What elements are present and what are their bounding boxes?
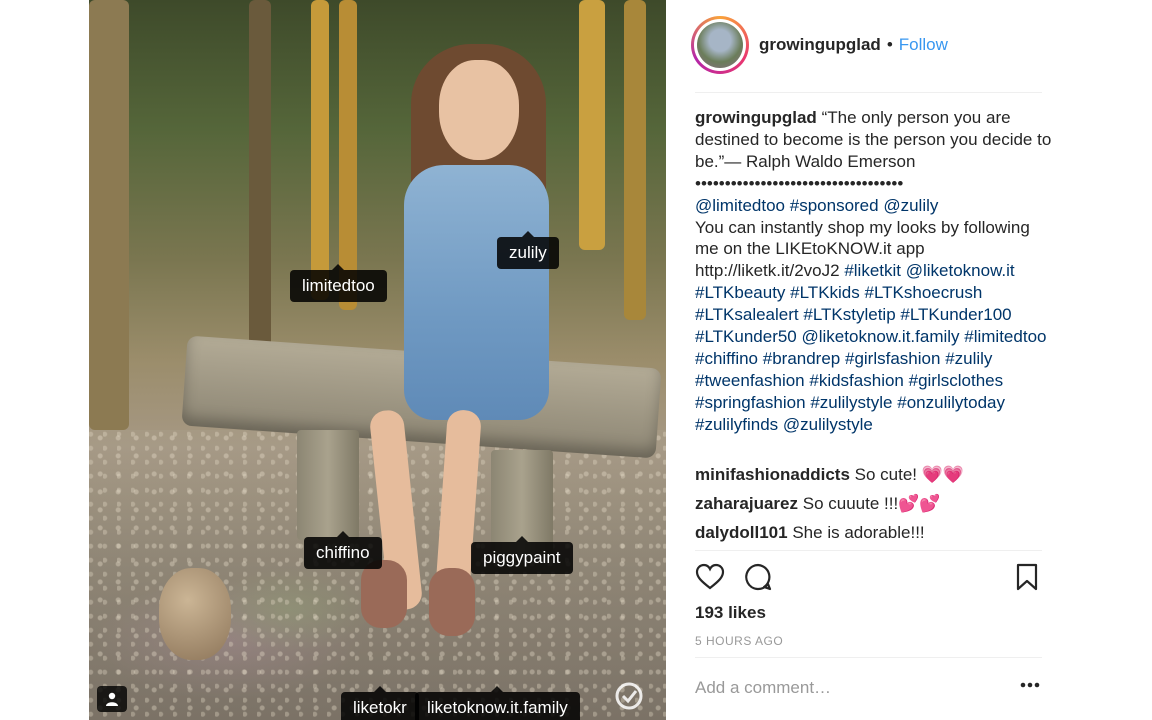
hashtag-link[interactable]: #LTKbeauty <box>695 283 785 302</box>
caption-username[interactable]: growingupglad <box>695 108 817 127</box>
product-tag[interactable]: piggypaint <box>471 536 573 574</box>
hashtag-link[interactable]: #girlsfashion <box>845 349 940 368</box>
likes-count[interactable]: 193 likes <box>695 603 766 623</box>
product-tag[interactable]: zulily <box>497 231 559 269</box>
product-tag[interactable]: liketoknow.it.family <box>415 686 580 720</box>
post-photo[interactable]: limitedtoo zulily chiffino piggypaint li… <box>89 0 666 720</box>
divider <box>695 550 1042 551</box>
caption-dots: ••••••••••••••••••••••••••••••••••• <box>695 173 904 193</box>
hashtag-link[interactable]: #sponsored <box>790 196 879 215</box>
caption-url: http://liketk.it/2voJ2 <box>695 261 840 281</box>
hashtag-link[interactable]: #chiffino <box>695 349 758 368</box>
coconut-stone <box>159 568 231 660</box>
tagged-users-button[interactable] <box>97 686 127 712</box>
girl-face <box>439 60 519 160</box>
caption-shop-text: You can instantly shop my looks by follo… <box>695 217 1030 259</box>
header-username[interactable]: growingupglad <box>759 35 881 55</box>
person-icon <box>106 692 118 706</box>
product-tag[interactable]: limitedtoo <box>290 264 387 302</box>
mention-link[interactable]: @liketoknow.it <box>906 261 1015 280</box>
hashtag-link[interactable]: #limitedtoo <box>964 327 1046 346</box>
avatar[interactable] <box>691 16 749 74</box>
comment-text: She is adorable!!! <box>792 523 925 542</box>
comment-row: minifashionaddicts So cute! 💗💗 <box>695 460 1055 489</box>
post-caption: growingupglad “The only person you are d… <box>695 107 1055 436</box>
product-tag[interactable]: chiffino <box>304 531 382 569</box>
hashtag-link[interactable]: #zulily <box>945 349 992 368</box>
mention-link[interactable]: @liketoknow.it.family <box>802 327 960 346</box>
divider <box>695 92 1042 93</box>
more-options-icon[interactable] <box>1020 682 1040 688</box>
comment-bubble-icon[interactable] <box>744 563 772 591</box>
mention-link[interactable]: @zulily <box>883 196 938 215</box>
hashtag-link[interactable]: #liketkit <box>844 261 901 280</box>
header-separator: • <box>886 35 893 54</box>
bookmark-icon[interactable] <box>1016 563 1038 591</box>
comment-username[interactable]: dalydoll101 <box>695 523 788 542</box>
hashtag-link[interactable]: #zulilyfinds <box>695 415 778 434</box>
comment-text: So cute! 💗💗 <box>854 465 965 484</box>
hashtag-link[interactable]: #LTKunder50 <box>695 327 797 346</box>
product-tag[interactable]: liketokr <box>341 686 419 720</box>
hashtag-link[interactable]: #LTKshoecrush <box>865 283 983 302</box>
tree-trunk <box>249 0 271 360</box>
hashtag-link[interactable]: #brandrep <box>763 349 841 368</box>
comment-username[interactable]: minifashionaddicts <box>695 465 850 484</box>
comment-row: zaharajuarez So cuuute !!!💕💕 <box>695 489 1055 518</box>
hashtag-link[interactable]: #girlsclothes <box>909 371 1004 390</box>
bamboo-stalk <box>579 0 605 250</box>
hashtag-link[interactable]: #kidsfashion <box>809 371 904 390</box>
bamboo-stalk <box>311 0 329 300</box>
post-side-panel: growingupglad • Follow growingupglad “Th… <box>666 0 1152 720</box>
mention-link[interactable]: @zulilystyle <box>783 415 873 434</box>
hashtag-link[interactable]: #zulilystyle <box>810 393 892 412</box>
hashtag-link[interactable]: #LTKstyletip <box>803 305 895 324</box>
liketoknowit-logo-icon <box>615 682 643 710</box>
hashtag-link[interactable]: #onzulilytoday <box>897 393 1005 412</box>
girl-dress <box>404 165 549 420</box>
hashtag-link[interactable]: #springfashion <box>695 393 806 412</box>
hashtag-link[interactable]: #LTKunder100 <box>900 305 1011 324</box>
tree-trunk <box>89 0 129 430</box>
hashtag-link[interactable]: #LTKsalealert <box>695 305 799 324</box>
hashtag-link[interactable]: #LTKkids <box>790 283 860 302</box>
sandal <box>429 568 475 636</box>
add-comment-input[interactable] <box>695 678 1015 698</box>
bamboo-stalk <box>624 0 646 320</box>
comment-text: So cuuute !!!💕💕 <box>802 494 941 513</box>
divider <box>695 657 1042 658</box>
post-timestamp: 5 HOURS AGO <box>695 634 784 648</box>
post-header: growingupglad • Follow <box>691 16 948 74</box>
comment-row: dalydoll101 She is adorable!!! <box>695 518 1055 547</box>
bench-leg <box>297 430 359 540</box>
follow-button[interactable]: Follow <box>899 35 948 55</box>
hashtag-link[interactable]: #tweenfashion <box>695 371 805 390</box>
heart-icon[interactable] <box>695 563 725 591</box>
action-bar <box>695 563 1042 593</box>
comment-list: minifashionaddicts So cute! 💗💗 zaharajua… <box>695 460 1055 547</box>
mention-link[interactable]: @limitedtoo <box>695 196 785 215</box>
comment-username[interactable]: zaharajuarez <box>695 494 798 513</box>
hashtag-list: #liketkit @liketoknow.it #LTKbeauty #LTK… <box>695 261 1046 433</box>
sandal <box>361 560 407 628</box>
